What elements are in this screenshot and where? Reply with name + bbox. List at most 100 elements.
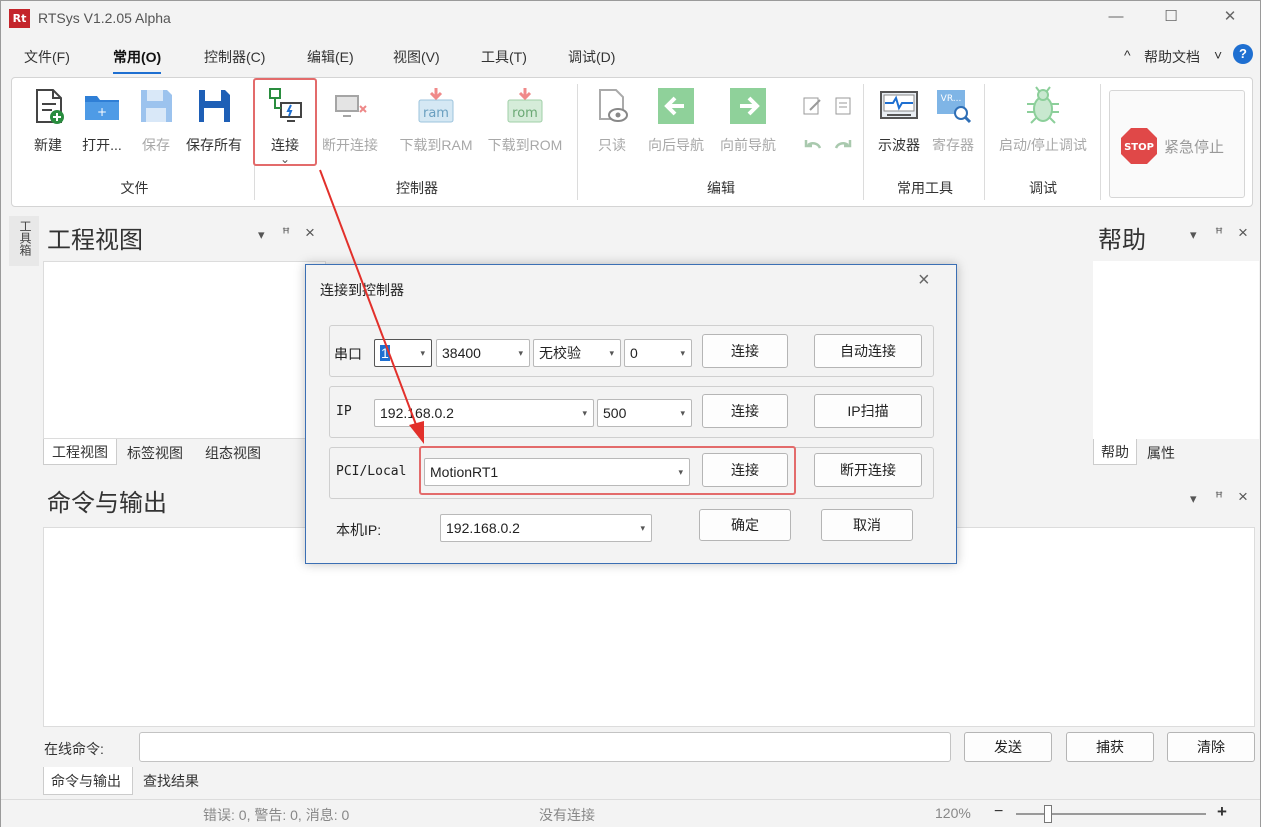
tab-properties[interactable]: 属性: [1147, 443, 1175, 463]
help-docs-link[interactable]: 帮助文档: [1144, 47, 1200, 67]
vr-text: VR...: [941, 94, 962, 104]
register-icon: VR...: [937, 90, 972, 124]
send-button[interactable]: 发送: [964, 732, 1052, 762]
tab-project-view[interactable]: 工程视图: [43, 439, 117, 465]
project-close-icon[interactable]: ×: [305, 223, 315, 243]
pci-select[interactable]: MotionRT1 ▾: [424, 458, 690, 486]
ram-text: ram: [423, 106, 449, 121]
connect-button[interactable]: 连接 ⌄: [265, 86, 305, 165]
disconnect-icon: [335, 95, 367, 117]
zoom-out-button[interactable]: −: [994, 803, 1003, 821]
local-ip-value: 192.168.0.2: [446, 520, 520, 536]
arrow-left-icon: [658, 88, 694, 124]
help-pin-icon[interactable]: ꟸ: [1215, 225, 1223, 242]
menu-controller[interactable]: 控制器(C): [204, 47, 265, 67]
ip-address-select[interactable]: 192.168.0.2 ▾: [374, 399, 594, 427]
download-ram-button[interactable]: ram 下载到RAM: [396, 86, 476, 155]
connect-dropdown-icon[interactable]: ⌄: [265, 153, 305, 165]
help-content: [1093, 261, 1259, 439]
save-label: 保存: [142, 137, 170, 153]
edit-doc-icon[interactable]: [802, 96, 824, 116]
pci-connect-button[interactable]: 连接: [702, 453, 788, 487]
new-file-icon: [36, 89, 64, 124]
zoom-slider-thumb[interactable]: [1044, 805, 1052, 823]
parity-select[interactable]: 无校验 ▾: [533, 339, 621, 367]
ribbon-separator: [984, 84, 985, 200]
ok-button[interactable]: 确定: [699, 509, 791, 541]
zoom-in-button[interactable]: +: [1217, 802, 1227, 822]
ip-port-select[interactable]: 500 ▾: [597, 399, 692, 427]
tab-help[interactable]: 帮助: [1093, 439, 1137, 465]
pci-value: MotionRT1: [430, 464, 499, 480]
serial-label: 串口: [334, 346, 362, 362]
menu-bar: 文件(F) 常用(O) 控制器(C) 编辑(E) 视图(V) 工具(T) 调试(…: [1, 35, 1260, 75]
start-stop-debug-button[interactable]: 启动/停止调试: [992, 86, 1094, 155]
register-label: 寄存器: [932, 137, 974, 153]
serial-connect-button[interactable]: 连接: [702, 334, 788, 368]
dialog-close-icon[interactable]: ×: [918, 269, 930, 292]
download-rom-label: 下载到ROM: [487, 137, 563, 153]
help-icon[interactable]: ?: [1233, 44, 1253, 64]
save-button[interactable]: 保存: [136, 86, 176, 155]
toolbox-strip[interactable]: 工具箱: [9, 216, 39, 266]
menu-view[interactable]: 视图(V): [393, 47, 440, 67]
online-command-input[interactable]: [139, 732, 951, 762]
serial-extra-select[interactable]: 0 ▾: [624, 339, 692, 367]
ip-connect-button[interactable]: 连接: [702, 394, 788, 428]
help-close-icon[interactable]: ×: [1238, 223, 1248, 243]
pci-disconnect-button[interactable]: 断开连接: [814, 453, 922, 487]
emergency-stop-button[interactable]: STOP 紧急停止: [1109, 90, 1245, 198]
clear-button[interactable]: 清除: [1167, 732, 1255, 762]
help-docs-chevron-icon[interactable]: ˅: [1214, 47, 1222, 63]
maximize-button[interactable]: ☐: [1159, 7, 1183, 27]
close-window-button[interactable]: ✕: [1218, 7, 1242, 27]
disconnect-button[interactable]: 断开连接: [318, 86, 382, 155]
serial-extra-value: 0: [630, 345, 638, 361]
format-doc-icon[interactable]: [832, 96, 854, 116]
auto-connect-button[interactable]: 自动连接: [814, 334, 922, 368]
minimize-button[interactable]: —: [1104, 7, 1128, 27]
menu-edit[interactable]: 编辑(E): [307, 47, 354, 67]
menu-file[interactable]: 文件(F): [24, 47, 70, 67]
group-debug-label: 调试: [1029, 180, 1057, 196]
app-logo: Rt: [9, 9, 30, 28]
oscilloscope-icon: [880, 91, 918, 119]
project-menu-icon[interactable]: ▾: [258, 227, 265, 243]
help-menu-icon[interactable]: ▾: [1190, 227, 1197, 243]
tab-find-results[interactable]: 查找结果: [143, 771, 199, 791]
output-pin-icon[interactable]: ꟸ: [1215, 489, 1223, 506]
disconnect-label: 断开连接: [322, 137, 378, 153]
project-tree[interactable]: [43, 261, 326, 439]
ip-port-value: 500: [603, 405, 627, 421]
cancel-button[interactable]: 取消: [821, 509, 913, 541]
project-pin-icon[interactable]: ꟸ: [282, 225, 290, 242]
local-ip-select[interactable]: 192.168.0.2 ▾: [440, 514, 652, 542]
tab-command-output[interactable]: 命令与输出: [43, 767, 133, 795]
tab-tag-view[interactable]: 标签视图: [127, 443, 183, 463]
ribbon-separator: [577, 84, 578, 200]
readonly-button[interactable]: 只读: [592, 86, 632, 155]
serial-port-select[interactable]: 1 ▾: [374, 339, 432, 367]
menu-tools[interactable]: 工具(T): [481, 47, 527, 67]
nav-forward-button[interactable]: 向前导航: [716, 86, 780, 155]
menu-common[interactable]: 常用(O): [113, 47, 162, 74]
output-close-icon[interactable]: ×: [1238, 487, 1248, 507]
ribbon-collapse-icon[interactable]: ^: [1124, 47, 1131, 63]
undo-icon[interactable]: [802, 136, 824, 152]
group-controller-label: 控制器: [396, 180, 438, 196]
save-all-button[interactable]: 保存所有: [183, 86, 245, 155]
nav-back-button[interactable]: 向后导航: [644, 86, 708, 155]
baud-select[interactable]: 38400 ▾: [436, 339, 530, 367]
register-button[interactable]: VR... 寄存器: [928, 86, 978, 155]
tab-config-view[interactable]: 组态视图: [205, 443, 261, 463]
redo-icon[interactable]: [832, 136, 854, 152]
new-button[interactable]: 新建: [28, 86, 68, 155]
output-menu-icon[interactable]: ▾: [1190, 491, 1197, 507]
connect-dialog: 连接到控制器 × 串口 1 ▾ 38400 ▾ 无校验 ▾ 0 ▾ 连接 自动连接 IP…: [305, 264, 957, 564]
menu-debug[interactable]: 调试(D): [568, 47, 615, 67]
download-rom-button[interactable]: rom 下载到ROM: [482, 86, 568, 155]
open-button[interactable]: + 打开...: [78, 86, 126, 155]
oscilloscope-button[interactable]: 示波器: [874, 86, 924, 155]
ip-scan-button[interactable]: IP扫描: [814, 394, 922, 428]
capture-button[interactable]: 捕获: [1066, 732, 1154, 762]
